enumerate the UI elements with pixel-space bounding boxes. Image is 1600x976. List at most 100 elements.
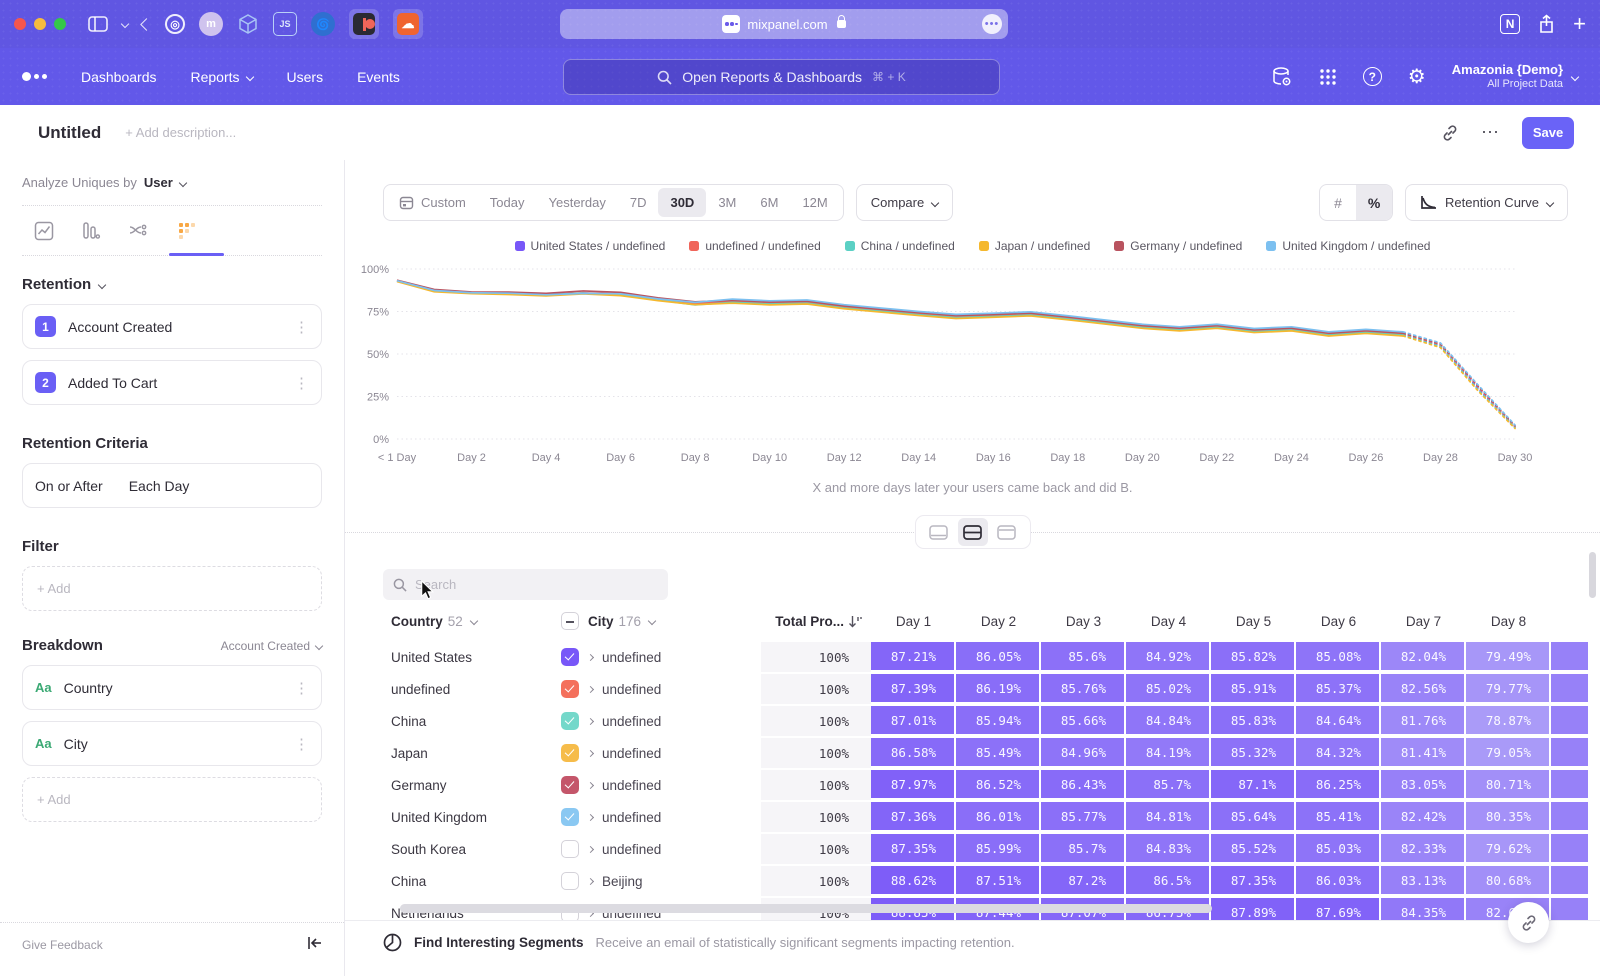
value-mode-percent[interactable]: % xyxy=(1356,185,1392,220)
day-value-cell[interactable]: 82.42% xyxy=(1381,802,1466,832)
day-value-cell[interactable]: 86.58% xyxy=(871,738,956,768)
date-range-6m[interactable]: 6M xyxy=(748,188,790,217)
share-icon[interactable] xyxy=(1538,14,1555,34)
breakdown-card[interactable]: AaCountry⋮ xyxy=(22,665,322,710)
kebab-menu-icon[interactable]: ⋮ xyxy=(294,374,309,392)
day-value-cell[interactable]: 86.25% xyxy=(1296,770,1381,800)
day-value-cell[interactable]: 85.83% xyxy=(1211,706,1296,736)
extension-js-icon[interactable]: JS xyxy=(273,12,297,36)
city-cell[interactable]: undefined xyxy=(561,808,761,826)
criteria-value[interactable]: Each Day xyxy=(129,478,190,494)
row-checkbox[interactable] xyxy=(561,808,579,826)
day-value-cell[interactable]: 87.51% xyxy=(956,866,1041,896)
view-chart-only-button[interactable] xyxy=(924,518,954,546)
tab-insights-icon[interactable] xyxy=(34,221,54,241)
analyze-uniques-row[interactable]: Analyze Uniques by User xyxy=(22,160,322,206)
help-icon[interactable]: ? xyxy=(1363,67,1382,86)
day-value-cell[interactable]: 85.49% xyxy=(956,738,1041,768)
extension-patreon-icon[interactable] xyxy=(349,9,379,39)
day-value-cell[interactable]: 85.41% xyxy=(1296,802,1381,832)
day-value-cell[interactable]: 80.35% xyxy=(1466,802,1551,832)
day-value-cell[interactable]: 85.08% xyxy=(1296,642,1381,672)
day-value-cell[interactable]: 87.39% xyxy=(871,674,956,704)
day-value-cell[interactable]: 86.19% xyxy=(956,674,1041,704)
day-value-cell[interactable]: 79.05% xyxy=(1466,738,1551,768)
expand-chevron-icon[interactable] xyxy=(587,749,594,756)
notion-extension-icon[interactable]: N xyxy=(1500,14,1520,34)
day-value-cell[interactable]: 79.49% xyxy=(1466,642,1551,672)
day-value-cell[interactable]: 87.97% xyxy=(871,770,956,800)
day-value-cell[interactable]: 85.66% xyxy=(1041,706,1126,736)
row-checkbox[interactable] xyxy=(561,744,579,762)
date-range-custom[interactable]: Custom xyxy=(387,188,478,217)
day-value-cell[interactable]: 85.82% xyxy=(1211,642,1296,672)
window-zoom-button[interactable] xyxy=(54,18,66,30)
expand-chevron-icon[interactable] xyxy=(587,813,594,820)
add-breakdown-button[interactable]: + Add xyxy=(22,777,322,822)
legend-item[interactable]: United States / undefined xyxy=(515,239,666,253)
day-value-cell[interactable]: 79.77% xyxy=(1466,674,1551,704)
city-cell[interactable]: undefined xyxy=(561,840,761,858)
city-cell[interactable]: undefined xyxy=(561,648,761,666)
date-range-yesterday[interactable]: Yesterday xyxy=(537,188,618,217)
collapse-sidebar-icon[interactable] xyxy=(307,936,322,953)
retention-step-card[interactable]: 1Account Created⋮ xyxy=(22,304,322,349)
day-value-cell[interactable]: 88.62% xyxy=(871,866,956,896)
day-column-header[interactable]: Day 3 xyxy=(1041,614,1126,629)
save-button[interactable]: Save xyxy=(1522,117,1574,149)
add-filter-button[interactable]: + Add xyxy=(22,566,322,611)
view-split-button[interactable] xyxy=(958,518,988,546)
country-cell[interactable]: South Korea xyxy=(383,842,561,857)
tab-retention-icon[interactable] xyxy=(177,221,197,241)
day-value-cell[interactable]: 86.52% xyxy=(956,770,1041,800)
expand-chevron-icon[interactable] xyxy=(587,717,594,724)
date-range-today[interactable]: Today xyxy=(478,188,537,217)
nav-link-dashboards[interactable]: Dashboards xyxy=(81,69,157,85)
chevron-down-icon[interactable] xyxy=(121,20,129,28)
legend-item[interactable]: United Kingdom / undefined xyxy=(1266,239,1430,253)
day-value-cell[interactable]: 87.36% xyxy=(871,802,956,832)
add-description[interactable]: + Add description... xyxy=(125,125,236,140)
breakdown-event-selector[interactable]: Account Created xyxy=(221,639,322,653)
day-value-cell[interactable]: 85.76% xyxy=(1041,674,1126,704)
window-minimize-button[interactable] xyxy=(34,18,46,30)
row-checkbox[interactable] xyxy=(561,776,579,794)
criteria-card[interactable]: On or After Each Day xyxy=(22,463,322,508)
day-value-cell[interactable]: 84.19% xyxy=(1126,738,1211,768)
site-settings-icon[interactable]: ••• xyxy=(982,14,1002,34)
legend-item[interactable]: Germany / undefined xyxy=(1114,239,1242,253)
city-cell[interactable]: undefined xyxy=(561,680,761,698)
day-column-header[interactable]: Day 1 xyxy=(871,614,956,629)
sidebar-toggle-icon[interactable] xyxy=(88,16,108,32)
country-cell[interactable]: United States xyxy=(383,650,561,665)
country-cell[interactable]: United Kingdom xyxy=(383,810,561,825)
day-value-cell[interactable]: 84.64% xyxy=(1296,706,1381,736)
day-column-header[interactable]: Day 6 xyxy=(1296,614,1381,629)
day-value-cell[interactable]: 85.64% xyxy=(1211,802,1296,832)
day-value-cell[interactable]: 83.13% xyxy=(1381,866,1466,896)
row-checkbox[interactable] xyxy=(561,648,579,666)
date-range-3m[interactable]: 3M xyxy=(706,188,748,217)
tab-flows-icon[interactable] xyxy=(128,221,150,241)
day-value-cell[interactable]: 86.03% xyxy=(1296,866,1381,896)
kebab-menu-icon[interactable]: ⋮ xyxy=(294,735,309,753)
day-value-cell[interactable]: 87.35% xyxy=(1211,866,1296,896)
day-value-cell[interactable]: 81.76% xyxy=(1381,706,1466,736)
back-icon[interactable] xyxy=(140,18,153,31)
day-value-cell[interactable]: 85.37% xyxy=(1296,674,1381,704)
day-value-cell[interactable]: 85.6% xyxy=(1041,642,1126,672)
expand-chevron-icon[interactable] xyxy=(587,845,594,852)
day-value-cell[interactable]: 85.52% xyxy=(1211,834,1296,864)
select-all-checkbox[interactable] xyxy=(561,612,579,630)
day-value-cell[interactable]: 87.2% xyxy=(1041,866,1126,896)
day-value-cell[interactable]: 86.43% xyxy=(1041,770,1126,800)
extension-browser-icon[interactable]: 🌀 xyxy=(311,12,335,36)
total-column-header[interactable]: Total Pro... xyxy=(761,614,871,629)
settings-gear-icon[interactable]: ⚙ xyxy=(1406,66,1428,88)
day-value-cell[interactable]: 85.03% xyxy=(1296,834,1381,864)
criteria-operator[interactable]: On or After xyxy=(35,478,103,494)
day-column-header[interactable]: Day 5 xyxy=(1211,614,1296,629)
country-cell[interactable]: Japan xyxy=(383,746,561,761)
country-cell[interactable]: undefined xyxy=(383,682,561,697)
day-value-cell[interactable]: 87.21% xyxy=(871,642,956,672)
